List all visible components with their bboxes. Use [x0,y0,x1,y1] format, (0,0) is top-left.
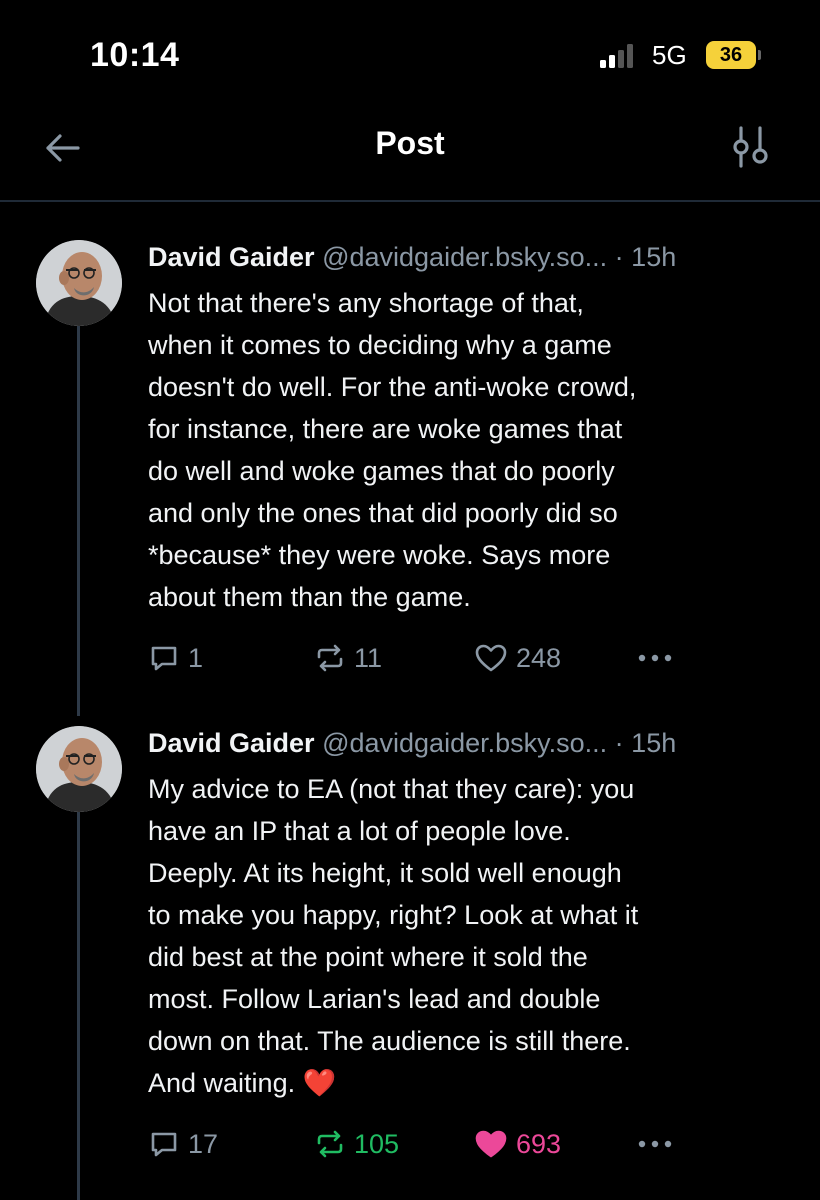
post-age: 15h [631,242,677,272]
heart-outline-icon [475,644,507,672]
post-text: My advice to EA (not that they care): yo… [148,774,639,1098]
avatar[interactable] [36,726,122,812]
reply-button[interactable]: 17 [148,1124,218,1164]
reply-icon [151,646,177,671]
repost-count: 11 [354,642,383,673]
more-dots-icon [638,654,672,662]
avatar-image [36,726,122,812]
reply-count: 1 [188,642,204,673]
network-type: 5G [652,40,687,70]
repost-icon [317,1130,343,1158]
post[interactable]: David Gaider @davidgaider.bsky.so... · 1… [0,726,820,1186]
author-handle[interactable]: @davidgaider.bsky.so... [322,728,607,758]
post-actions: 17 105 693 [148,1124,708,1164]
author-name[interactable]: David Gaider [148,242,315,272]
filter-settings-icon[interactable] [728,122,774,172]
separator-dot: · [614,242,624,272]
post-text: Not that there's any shortage of that, w… [148,288,637,612]
post-actions: 1 11 248 [148,638,708,678]
post[interactable]: David Gaider @davidgaider.bsky.so... · 1… [0,240,820,680]
post-header: David Gaider @davidgaider.bsky.so... · 1… [148,240,798,274]
reply-icon [151,1132,177,1157]
battery-level: 36 [719,44,743,66]
more-dots-icon [638,1140,672,1148]
author-name[interactable]: David Gaider [148,728,315,758]
status-time: 10:14 [90,36,180,74]
like-button[interactable]: 248 [474,638,561,678]
reply-button[interactable]: 1 [148,638,203,678]
reply-count: 17 [188,1128,219,1159]
avatar[interactable] [36,240,122,326]
post-header: David Gaider @davidgaider.bsky.so... · 1… [148,726,798,760]
author-handle[interactable]: @davidgaider.bsky.so... [322,242,607,272]
post-age: 15h [631,728,677,758]
heart-filled-icon [475,1130,507,1158]
repost-icon [317,644,343,672]
more-options-button[interactable] [636,1124,674,1164]
like-count: 248 [516,642,562,673]
repost-button[interactable]: 105 [314,1124,399,1164]
avatar-image [36,240,122,326]
page-title: Post [375,125,445,161]
app-header: Post [0,110,820,202]
battery-icon: 36 [706,41,761,69]
like-button[interactable]: 693 [474,1124,561,1164]
more-options-button[interactable] [636,638,674,678]
repost-count: 105 [354,1128,400,1159]
cellular-signal-icon [600,44,633,68]
separator-dot: · [614,728,624,758]
like-count: 693 [516,1128,562,1159]
repost-button[interactable]: 11 [314,638,382,678]
status-bar: 10:14 5G 36 [0,0,820,110]
